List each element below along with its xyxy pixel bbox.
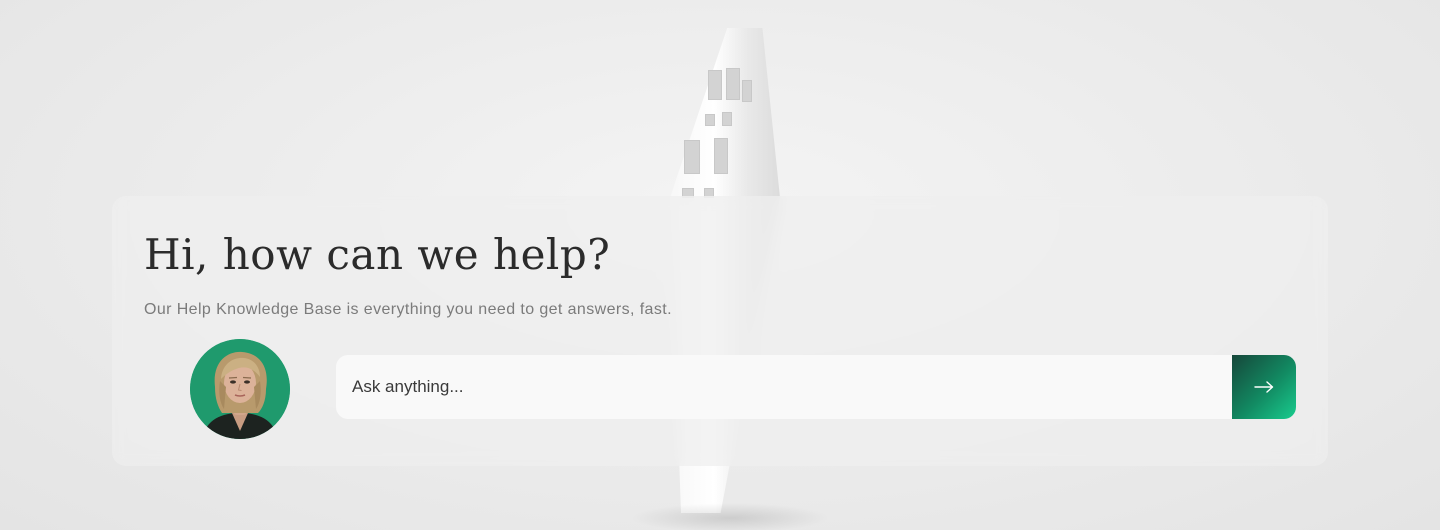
page-title: Hi, how can we help? bbox=[144, 230, 611, 279]
avatar bbox=[190, 339, 290, 439]
building-window bbox=[726, 68, 740, 100]
search-input[interactable] bbox=[336, 355, 1232, 419]
building-window bbox=[684, 140, 700, 174]
search-submit-button[interactable] bbox=[1232, 355, 1296, 419]
building-window bbox=[722, 112, 732, 126]
search-form bbox=[336, 355, 1296, 419]
building-window bbox=[708, 70, 722, 100]
building-shadow bbox=[630, 503, 830, 530]
page-subtitle: Our Help Knowledge Base is everything yo… bbox=[144, 301, 672, 318]
building-window bbox=[705, 114, 715, 126]
building-window bbox=[742, 80, 752, 102]
building-window bbox=[714, 138, 728, 174]
help-card: Hi, how can we help? Our Help Knowledge … bbox=[112, 196, 1328, 466]
arrow-right-icon bbox=[1254, 381, 1274, 393]
avatar-portrait-icon bbox=[190, 339, 290, 439]
